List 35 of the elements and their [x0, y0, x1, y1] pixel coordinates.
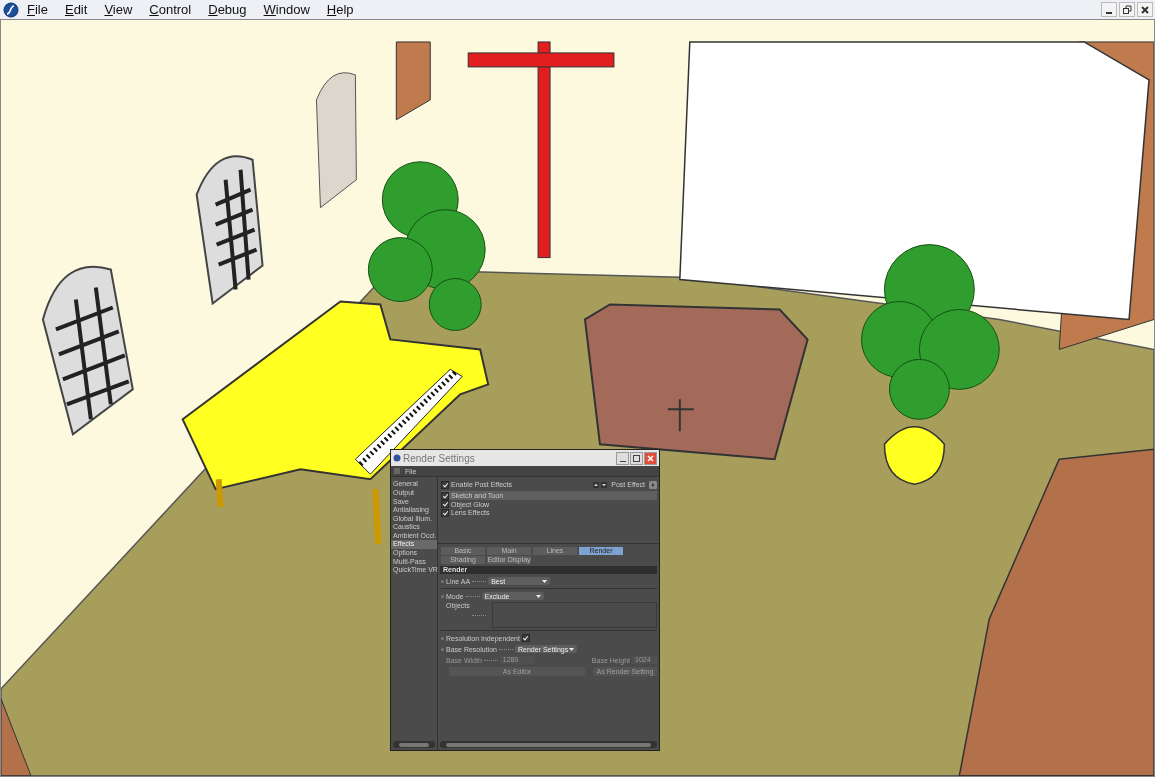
checkbox[interactable]	[441, 508, 449, 517]
app-logo-icon	[3, 1, 19, 18]
checkbox[interactable]	[441, 491, 449, 500]
minimize-icon	[619, 460, 626, 462]
dialog-title: Render Settings	[403, 452, 475, 464]
scrollbar[interactable]	[393, 741, 435, 749]
minimize-button[interactable]	[1101, 2, 1117, 18]
scrollbar[interactable]	[440, 741, 657, 749]
close-icon	[1141, 5, 1149, 14]
minimize-button[interactable]	[616, 451, 629, 465]
restore-button[interactable]	[1119, 2, 1135, 18]
minimize-icon	[1106, 11, 1112, 14]
checkbox[interactable]	[441, 500, 449, 509]
arrow-icon[interactable]	[649, 480, 657, 489]
app-logo-icon	[393, 454, 401, 463]
caret-icon	[569, 647, 574, 651]
caret-icon	[535, 594, 541, 598]
close-button[interactable]	[1137, 2, 1153, 18]
menu-item[interactable]: View	[104, 2, 133, 18]
maximize-button[interactable]	[630, 451, 643, 465]
down-arrow-icon[interactable]	[601, 481, 608, 488]
caret-icon	[542, 579, 548, 583]
checkbox[interactable]	[441, 480, 449, 489]
menu-item[interactable]: Window	[263, 2, 310, 18]
grip-icon	[394, 468, 400, 475]
menu-item[interactable]: Edit	[64, 2, 88, 18]
menu-item[interactable]: Control	[149, 2, 192, 18]
maximize-icon	[633, 454, 640, 462]
menu-item[interactable]: Debug	[208, 2, 247, 18]
menu-item[interactable]: Help	[326, 2, 354, 18]
menu-item[interactable]: File	[27, 2, 48, 18]
close-icon	[647, 454, 654, 462]
checkbox[interactable]	[521, 634, 530, 643]
restore-icon	[1122, 5, 1132, 15]
up-arrow-icon[interactable]	[593, 481, 600, 488]
